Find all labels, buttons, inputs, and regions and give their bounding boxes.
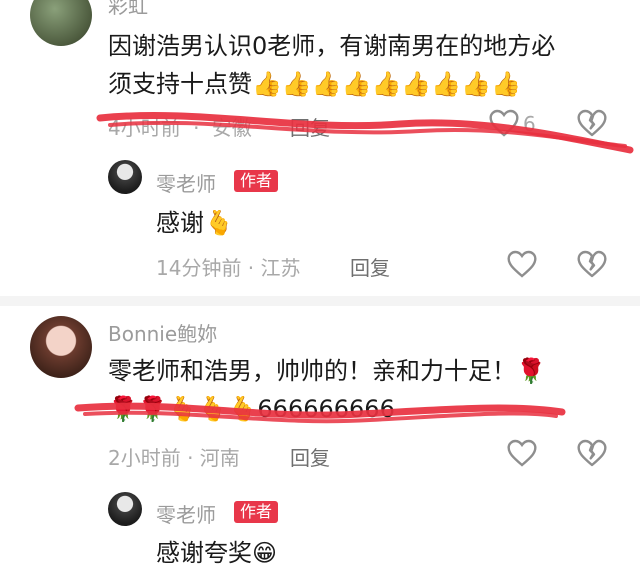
reply-button[interactable]: 回复 (290, 112, 330, 141)
comment-username[interactable]: 零老师 (156, 168, 216, 197)
reply-button[interactable]: 回复 (350, 252, 390, 281)
broken-heart-icon[interactable] (576, 108, 608, 138)
reply-button[interactable]: 回复 (290, 442, 330, 471)
divider (0, 296, 640, 306)
author-badge: 作者 (234, 170, 279, 192)
comment-time: 2小时前 · 河南 (108, 446, 240, 470)
comment-text: 因谢浩男认识0老师，有谢南男在的地方必 须支持十点赞👍👍👍👍👍👍👍👍👍 (108, 32, 556, 98)
like-count: 6 (523, 112, 536, 136)
avatar[interactable] (108, 492, 142, 526)
heart-icon[interactable] (506, 249, 538, 279)
heart-icon[interactable] (506, 438, 538, 468)
avatar[interactable] (30, 316, 92, 378)
comment-text: 感谢🫰 (156, 209, 234, 237)
avatar[interactable] (108, 160, 142, 194)
comment-text: 零老师和浩男，帅帅的！亲和力十足！🌹 🌹🌹🫰🫰🫰666666666 (108, 357, 546, 423)
comment-username[interactable]: 彩虹 (108, 0, 148, 19)
comment-time: 14分钟前 · 江苏 (156, 256, 301, 280)
comment-username[interactable]: Bonnie鲍妳 (108, 318, 217, 347)
broken-heart-icon[interactable] (576, 249, 608, 279)
avatar[interactable] (30, 0, 92, 46)
broken-heart-icon[interactable] (576, 438, 608, 468)
comment-time: 4小时前 · 安徽 (108, 116, 252, 140)
heart-icon[interactable] (488, 108, 520, 138)
author-badge: 作者 (234, 501, 279, 523)
comment-username[interactable]: 零老师 (156, 499, 216, 528)
comment-text: 感谢夸奖😁 (156, 539, 278, 567)
